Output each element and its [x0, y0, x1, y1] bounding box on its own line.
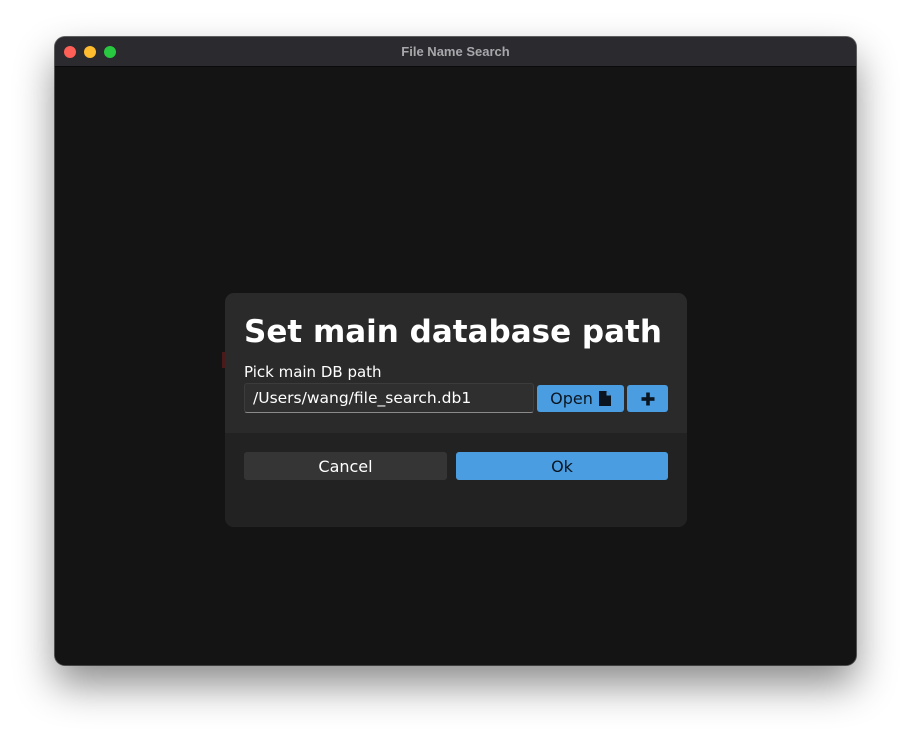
- main-content: Set main database path Pick main DB path…: [55, 67, 856, 665]
- database-path-dialog: Set main database path Pick main DB path…: [225, 293, 687, 527]
- open-button-label: Open: [550, 389, 593, 408]
- title-bar: File Name Search: [55, 37, 856, 67]
- cancel-button[interactable]: Cancel: [244, 452, 447, 480]
- ok-button[interactable]: Ok: [456, 452, 668, 480]
- app-window: File Name Search Set main database path …: [55, 37, 856, 665]
- window-title: File Name Search: [401, 44, 510, 59]
- db-path-input[interactable]: [244, 383, 534, 413]
- open-file-button[interactable]: Open: [537, 385, 624, 412]
- document-icon: [598, 391, 611, 406]
- dialog-title: Set main database path: [244, 314, 662, 350]
- add-database-button[interactable]: [627, 385, 668, 412]
- plus-icon: [641, 392, 655, 406]
- dialog-footer: [225, 433, 687, 527]
- db-path-label: Pick main DB path: [244, 363, 382, 381]
